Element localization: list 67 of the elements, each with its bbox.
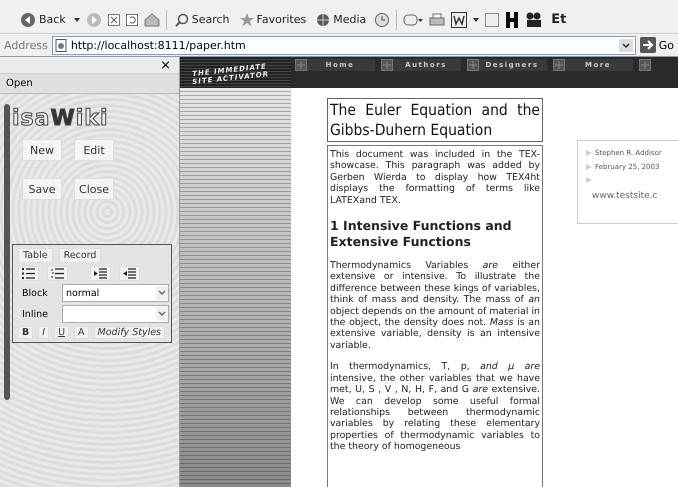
- numbered-list-icon: [51, 268, 64, 279]
- paragraph: This document was included in the TEX-showcase. This paragraph was added by Gerben Wierda to display how TEX4ht displays the formatting of terms like LATEXand TEX.: [330, 149, 540, 206]
- dropdown-icon: [618, 38, 633, 52]
- toolbar-button[interactable]: New: [22, 139, 62, 161]
- favorites-button[interactable]: Favorites: [238, 12, 308, 28]
- dropdown-caret-icon[interactable]: [74, 18, 80, 22]
- address-label: Address: [4, 38, 48, 52]
- go-arrow-icon: [640, 37, 656, 53]
- scroll-handle[interactable]: [4, 104, 10, 400]
- grid-icon: [381, 59, 393, 71]
- refresh-icon[interactable]: [126, 14, 138, 26]
- outdent-icon: [123, 268, 136, 279]
- toolbar-button[interactable]: Save: [22, 178, 62, 200]
- h-block-icon[interactable]: [505, 12, 520, 28]
- home-icon[interactable]: [144, 12, 160, 26]
- article-title: The Euler Equation and the Gibbs-Duhern Equation: [327, 98, 543, 142]
- indent-icon: [94, 268, 107, 279]
- numbered-list-button[interactable]: [47, 266, 68, 281]
- bold-button[interactable]: B: [18, 326, 34, 339]
- star-icon: [240, 12, 254, 26]
- dropdown-icon: [156, 307, 168, 321]
- underline-button[interactable]: U: [54, 326, 70, 339]
- bullet-icon: [586, 177, 592, 183]
- note-icon[interactable]: [485, 12, 500, 26]
- editor-tab[interactable]: Table: [18, 248, 53, 263]
- go-button[interactable]: Go: [640, 37, 674, 53]
- globe-icon: [316, 12, 330, 26]
- font-color-button[interactable]: A: [74, 326, 89, 339]
- bullet-icon: [586, 150, 592, 156]
- toolbar-button[interactable]: Close: [74, 178, 114, 200]
- toolbar-button[interactable]: Edit: [74, 139, 114, 161]
- stop-icon[interactable]: [108, 14, 120, 26]
- search-button[interactable]: Search: [172, 12, 232, 28]
- grid-icon: [467, 59, 479, 71]
- print-icon[interactable]: [429, 12, 446, 26]
- address-field[interactable]: http://localhost:8111/paper.htm: [52, 36, 636, 54]
- open-menu[interactable]: Open: [6, 78, 33, 89]
- section-heading: 1 Intensive Functions and Extensive Functions: [330, 218, 513, 250]
- bullet-icon: [586, 164, 592, 170]
- grid-icon: [295, 59, 307, 71]
- page-icon: [54, 38, 68, 52]
- grid-icon: [639, 59, 651, 71]
- close-button[interactable]: ×: [160, 58, 171, 72]
- outdent-button[interactable]: [119, 266, 140, 281]
- dropdown-caret-icon[interactable]: [473, 18, 480, 22]
- logo: isaWiki: [12, 106, 110, 131]
- site-link[interactable]: www.testsite.c: [592, 191, 678, 201]
- search-icon: [174, 12, 189, 26]
- grid-icon: [553, 59, 565, 71]
- back-button[interactable]: Back: [18, 10, 68, 28]
- word-icon[interactable]: [451, 12, 468, 28]
- bullet-list-button[interactable]: [18, 266, 39, 281]
- indent-button[interactable]: [90, 266, 111, 281]
- paragraph: Thermodynamics Variables are either extensive or intensive. To illustrate the difference between these kings of variables, think of mass and density. The mass of an object depends on the amount of material in the object, the density does not. Mass is an extensive variable, density is an intensive variable.: [330, 260, 540, 352]
- paragraph: In thermodynamics, T, p, and μ are intensive, the other variables that we have met, U, S , V , N, H, F, and G are extensive. We can develop some useful formal relationships between thermodynamic variables by relating these elementary properties of thermodynamic variables to the theory of homogeneous: [330, 361, 540, 453]
- editor-tab[interactable]: Record: [58, 248, 102, 263]
- dropdown-icon: [156, 286, 168, 300]
- media-button[interactable]: Media: [314, 12, 368, 28]
- italic-button[interactable]: I: [38, 326, 50, 339]
- history-icon[interactable]: [374, 12, 390, 28]
- inline-label: Inline: [21, 308, 49, 320]
- block-label: Block: [21, 288, 49, 298]
- bullet-list-icon: [22, 268, 35, 279]
- et-button[interactable]: Et: [549, 11, 568, 28]
- film-reel-icon[interactable]: [525, 12, 544, 28]
- block-select[interactable]: normal: [62, 284, 169, 302]
- modify-styles-button[interactable]: Modify Styles: [94, 326, 166, 339]
